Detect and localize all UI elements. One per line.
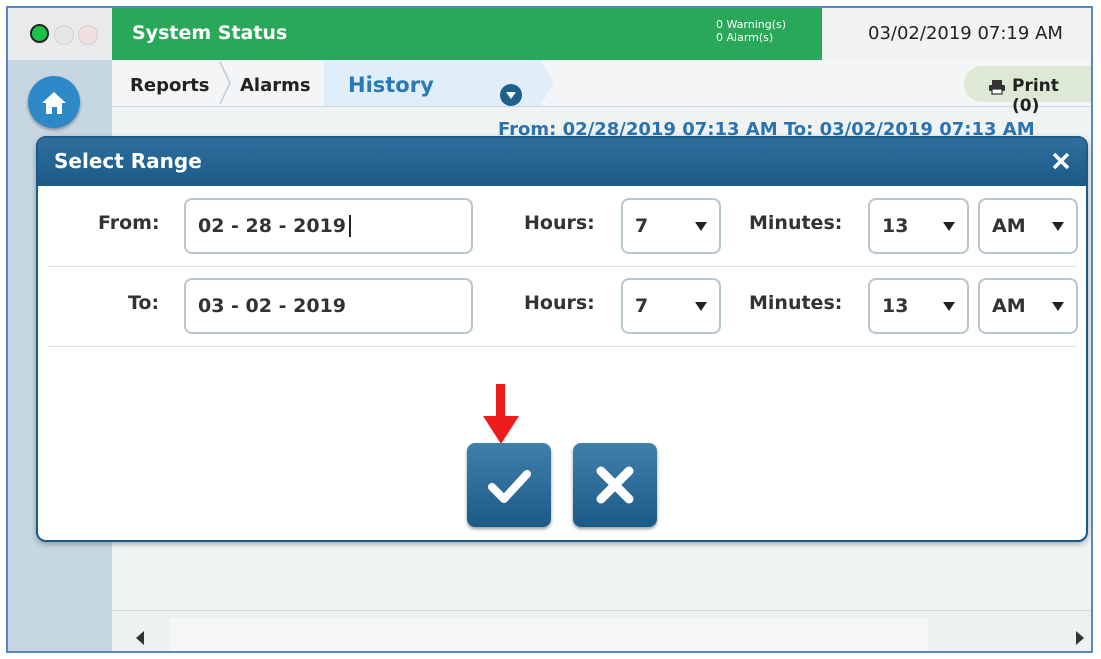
to-ampm-select[interactable]: AM [978, 278, 1078, 334]
printer-icon [989, 80, 1005, 95]
text-caret [349, 215, 351, 237]
alarm-count: 0 Alarm(s) [716, 31, 774, 44]
x-icon [596, 466, 634, 504]
from-date-field[interactable]: 02 - 28 - 2019 [184, 198, 473, 254]
close-button[interactable] [1046, 146, 1076, 176]
from-minutes-label: Minutes: [749, 212, 843, 234]
from-ampm-select[interactable]: AM [978, 198, 1078, 254]
print-label[interactable]: Print (0) [1012, 76, 1091, 116]
to-minutes-value: 13 [882, 295, 909, 317]
background-cell: 2 [1090, 204, 1091, 222]
row-divider [48, 266, 1076, 267]
to-hours-label: Hours: [524, 292, 595, 314]
scroll-right-icon[interactable] [1074, 630, 1086, 646]
history-dropdown-button[interactable] [500, 84, 522, 106]
chevron-down-icon [1052, 222, 1064, 231]
app-window: System Status 0 Warning(s) 0 Alarm(s) 03… [6, 6, 1093, 653]
status-light-red-icon [78, 25, 98, 45]
row-divider [48, 346, 1076, 347]
status-light-yellow-icon [54, 25, 74, 45]
background-cell: 2 [1090, 248, 1091, 266]
home-button[interactable] [28, 76, 80, 128]
to-hours-value: 7 [635, 295, 649, 317]
to-minutes-label: Minutes: [749, 292, 843, 314]
close-icon [1052, 152, 1070, 170]
to-minutes-select[interactable]: 13 [868, 278, 969, 334]
breadcrumb-separator-icon [219, 61, 231, 105]
chevron-down-icon [943, 222, 955, 231]
chevron-down-icon [1052, 302, 1064, 311]
home-icon [42, 92, 66, 114]
from-hours-value: 7 [635, 215, 649, 237]
chevron-down-icon [695, 222, 707, 231]
select-range-dialog: Select Range From: 02 - 28 - 2019 Hours:… [36, 136, 1088, 542]
scroll-left-icon[interactable] [134, 630, 146, 646]
dialog-title: Select Range [54, 149, 202, 173]
to-date-value: 03 - 02 - 2019 [198, 295, 346, 317]
to-hours-select[interactable]: 7 [621, 278, 721, 334]
breadcrumb-history[interactable]: History [348, 73, 434, 97]
from-minutes-value: 13 [882, 215, 909, 237]
from-hours-select[interactable]: 7 [621, 198, 721, 254]
scroll-track[interactable] [170, 618, 928, 651]
from-date-value: 02 - 28 - 2019 [198, 215, 346, 237]
checkmark-icon [488, 470, 531, 503]
to-date-field[interactable]: 03 - 02 - 2019 [184, 278, 473, 334]
system-status-title: System Status [132, 22, 288, 44]
cancel-button[interactable] [573, 443, 657, 527]
to-ampm-value: AM [992, 295, 1026, 317]
breadcrumb-reports[interactable]: Reports [130, 75, 210, 96]
warning-alarm-counts[interactable]: 0 Warning(s) 0 Alarm(s) [716, 18, 786, 44]
status-light-green-icon [30, 24, 49, 43]
chevron-down-icon [943, 302, 955, 311]
chevron-down-icon [695, 302, 707, 311]
red-arrow-icon [483, 384, 519, 444]
confirm-button[interactable] [467, 443, 551, 527]
dialog-header: Select Range [38, 138, 1086, 186]
warning-count: 0 Warning(s) [716, 18, 787, 31]
from-ampm-value: AM [992, 215, 1026, 237]
current-datetime: 03/02/2019 07:19 AM [868, 23, 1063, 44]
chevron-down-icon [506, 92, 516, 99]
to-label: To: [128, 292, 160, 314]
from-hours-label: Hours: [524, 212, 595, 234]
traffic-lights [8, 8, 112, 60]
from-label: From: [98, 212, 160, 234]
breadcrumb-alarms[interactable]: Alarms [240, 75, 311, 96]
history-tab-arrow [540, 60, 554, 106]
from-minutes-select[interactable]: 13 [868, 198, 969, 254]
